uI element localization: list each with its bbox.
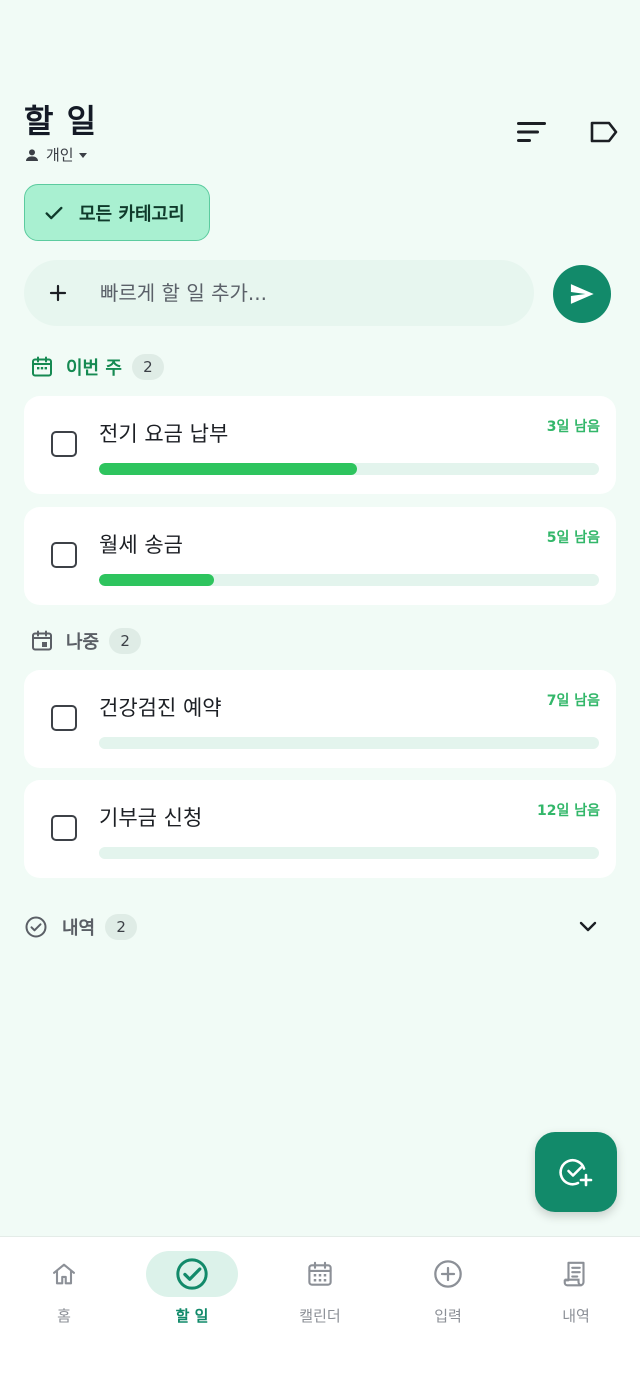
task-progress-track (99, 463, 599, 475)
task-checkbox[interactable] (51, 542, 77, 568)
task-title: 월세 송금 (99, 533, 183, 557)
calendar-week-icon (32, 356, 52, 377)
category-filter-label: 모든 카테고리 (79, 203, 185, 225)
nav-home[interactable]: 홈 (0, 1251, 128, 1341)
nav-calendar-label: 캘린더 (299, 1307, 341, 1325)
task-progress-fill (99, 574, 214, 586)
quick-add-input[interactable] (100, 281, 500, 305)
chevron-down-icon[interactable] (576, 914, 600, 938)
plus-circle-icon (434, 1260, 462, 1288)
bottom-navigation: 홈 할 일 캘린더 입력 내역 (0, 1236, 640, 1391)
label-button[interactable] (588, 118, 620, 146)
nav-history-label: 내역 (562, 1307, 590, 1325)
section-this-week-count: 2 (131, 354, 164, 380)
section-later: 나중 2 (30, 628, 142, 654)
quick-add-bar (24, 260, 612, 326)
add-task-fab[interactable] (535, 1132, 617, 1212)
task-progress-track (99, 574, 599, 586)
home-icon (53, 1263, 75, 1285)
section-this-week-label: 이번 주 (66, 358, 122, 379)
task-card[interactable]: 건강검진 예약 7일 남음 (24, 670, 616, 768)
task-card[interactable]: 기부금 신청 12일 남음 (24, 780, 616, 878)
send-icon (570, 284, 594, 304)
account-label: 개인 (46, 146, 74, 164)
task-due: 5일 남음 (546, 530, 600, 546)
task-title: 기부금 신청 (99, 806, 203, 830)
caret-down-icon (78, 152, 87, 158)
account-selector[interactable]: 개인 (24, 144, 620, 165)
person-icon (26, 148, 38, 161)
section-later-label: 나중 (66, 632, 100, 653)
task-due: 3일 남음 (546, 419, 600, 435)
nav-todo[interactable]: 할 일 (128, 1251, 256, 1341)
task-checkbox[interactable] (51, 431, 77, 457)
send-button[interactable] (553, 265, 611, 323)
receipt-icon (563, 1261, 585, 1287)
check-icon (45, 206, 63, 219)
nav-input[interactable]: 입력 (384, 1251, 512, 1341)
task-progress-fill (99, 463, 357, 475)
check-circle-icon (176, 1258, 208, 1290)
section-history-label: 내역 (62, 918, 96, 939)
task-card[interactable]: 전기 요금 납부 3일 남음 (24, 396, 616, 494)
nav-calendar[interactable]: 캘린더 (256, 1251, 384, 1341)
page-header: 할 일 개인 (24, 100, 620, 170)
calendar-icon (308, 1261, 332, 1286)
task-card[interactable]: 월세 송금 5일 남음 (24, 507, 616, 605)
sort-icon (517, 122, 546, 142)
sort-button[interactable] (516, 118, 548, 146)
plus-icon (49, 284, 67, 302)
task-progress-track (99, 847, 599, 859)
section-history-count: 2 (105, 914, 138, 940)
category-filter-chip[interactable]: 모든 카테고리 (24, 184, 210, 241)
section-this-week: 이번 주 2 (30, 354, 164, 380)
task-progress-track (99, 737, 599, 749)
task-checkbox[interactable] (51, 815, 77, 841)
nav-history[interactable]: 내역 (512, 1251, 640, 1341)
nav-todo-label: 할 일 (175, 1307, 209, 1325)
section-later-count: 2 (109, 628, 142, 654)
task-due: 12일 남음 (537, 803, 600, 819)
label-icon (590, 121, 618, 143)
task-title: 건강검진 예약 (99, 696, 222, 720)
task-checkbox[interactable] (51, 705, 77, 731)
task-title: 전기 요금 납부 (99, 422, 229, 446)
calendar-icon (32, 630, 52, 651)
section-history[interactable]: 내역 2 (24, 910, 600, 944)
nav-input-label: 입력 (434, 1307, 462, 1325)
quick-add-field[interactable] (24, 260, 534, 326)
nav-home-label: 홈 (57, 1307, 71, 1325)
task-due: 7일 남음 (546, 693, 600, 709)
check-circle-plus-icon (559, 1159, 593, 1187)
check-circle-outline-icon (25, 916, 47, 938)
